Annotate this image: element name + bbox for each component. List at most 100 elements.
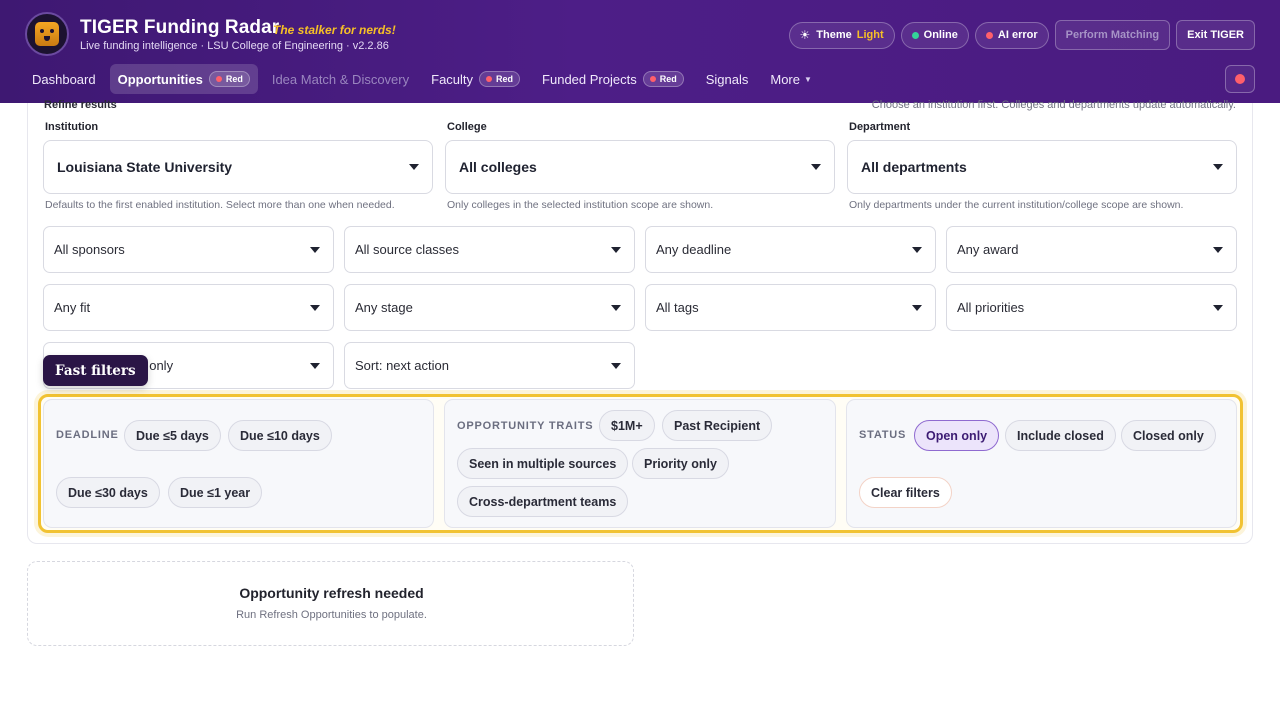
chip-closed-only[interactable]: Closed only [1121,420,1216,451]
deadline-select[interactable]: Any deadline [645,226,936,273]
chip-include-closed[interactable]: Include closed [1005,420,1116,451]
nav-more[interactable]: More ▼ [762,64,820,94]
caret-down-icon [409,164,419,170]
record-button[interactable] [1225,65,1255,93]
perform-matching-button[interactable]: Perform Matching [1054,20,1171,50]
chip-priority-only[interactable]: Priority only [632,448,729,479]
nav-label: Idea Match & Discovery [271,71,410,87]
nav-label: More [770,71,800,87]
empty-state-card: Opportunity refresh needed Run Refresh O… [27,561,634,646]
refine-label: Refine results [44,99,117,111]
sort-select[interactable]: Sort: next action [344,342,635,389]
status-group-title: STATUS [859,429,907,441]
nav-faculty[interactable]: Faculty Red [423,64,528,94]
app-title: TIGER Funding Radar [80,17,280,38]
app-header: TIGER Funding Radar The stalker for nerd… [0,0,1280,103]
chip-due-10-days[interactable]: Due ≤10 days [228,420,332,451]
top-actions: ☀ Theme Light Online AI error Perform Ma… [788,20,1255,50]
nav-label: Dashboard [32,71,96,87]
institution-label: Institution [45,121,99,133]
select-value: Any deadline [656,242,732,257]
online-dot-icon [911,31,919,39]
chip-due-30-days[interactable]: Due ≤30 days [56,477,160,508]
fit-select[interactable]: Any fit [43,284,334,331]
fast-filters-tooltip: Fast filters [43,355,148,386]
badge-label: Red [496,74,514,84]
nav-label: Opportunities [117,71,203,87]
theme-value: Light [856,29,884,41]
error-dot-icon [985,31,993,39]
clear-filters-button[interactable]: Clear filters [859,477,952,508]
caret-down-icon [1213,304,1223,311]
caret-down-icon [310,362,320,369]
institution-select[interactable]: Louisiana State University [43,140,433,194]
chip-1m-plus[interactable]: $1M+ [599,410,655,441]
caret-down-icon [310,246,320,253]
nav-label: Funded Projects [542,71,637,87]
chip-open-only[interactable]: Open only [914,420,1000,451]
app-tagline: The stalker for nerds! [273,23,396,37]
priorities-select[interactable]: All priorities [946,284,1237,331]
sponsor-select[interactable]: All sponsors [43,226,334,273]
empty-state-subtitle: Run Refresh Opportunities to populate. [236,609,427,621]
college-help: Only colleges in the selected institutio… [447,199,714,211]
nav-idea-match[interactable]: Idea Match & Discovery [264,64,417,94]
online-label: Online [923,29,958,41]
award-select[interactable]: Any award [946,226,1237,273]
ai-error-badge[interactable]: AI error [974,21,1049,49]
status-chip-group [846,399,1237,528]
sun-icon: ☀ [799,28,811,42]
tiger-logo-icon [25,12,69,56]
college-label: College [447,121,487,133]
caret-down-icon [611,304,621,311]
select-value: All priorities [957,300,1025,315]
nav-opportunities[interactable]: Opportunities Red [109,64,258,94]
record-dot-icon [1235,74,1245,84]
badge-label: Red [225,74,243,84]
select-value: Any stage [355,300,413,315]
select-value: All tags [656,300,699,315]
select-value: Sort: next action [355,358,449,373]
chip-multiple-sources[interactable]: Seen in multiple sources [457,448,629,479]
status-badge: Red [208,71,250,87]
department-label: Department [849,121,911,133]
chip-due-5-days[interactable]: Due ≤5 days [124,420,221,451]
nav-funded-projects[interactable]: Funded Projects Red [534,64,692,94]
nav-label: Faculty [431,71,474,87]
select-value: All sponsors [54,242,125,257]
department-select[interactable]: All departments [847,140,1237,194]
tags-select[interactable]: All tags [645,284,936,331]
empty-state-title: Opportunity refresh needed [239,585,424,601]
college-value: All colleges [459,159,537,175]
select-value: Any award [957,242,1019,257]
deadline-group-title: DEADLINE [56,429,119,441]
institution-help: Defaults to the first enabled institutio… [45,199,395,211]
chip-cross-department[interactable]: Cross-department teams [457,486,629,517]
chip-due-1-year[interactable]: Due ≤1 year [168,477,263,508]
exit-button[interactable]: Exit TIGER [1176,20,1255,50]
theme-toggle[interactable]: ☀ Theme Light [788,21,895,49]
status-badge: Red [642,71,684,87]
app-subtitle: Live funding intelligence · LSU College … [80,40,389,52]
refine-hint: Choose an institution first. Colleges an… [871,99,1236,111]
caret-down-icon [611,246,621,253]
traits-group-title: OPPORTUNITY TRAITS [457,420,594,432]
main-nav: Dashboard Opportunities Red Idea Match &… [24,64,826,94]
nav-signals[interactable]: Signals [698,64,757,94]
nav-dashboard[interactable]: Dashboard [24,64,104,94]
theme-label: Theme [816,29,852,41]
nav-label: Signals [705,71,749,87]
department-help: Only departments under the current insti… [849,199,1184,211]
stage-select[interactable]: Any stage [344,284,635,331]
select-value: All source classes [355,242,460,257]
chip-past-recipient[interactable]: Past Recipient [662,410,773,441]
status-badge: Red [479,71,521,87]
college-select[interactable]: All colleges [445,140,835,194]
ai-error-label: AI error [997,29,1038,41]
department-value: All departments [861,159,967,175]
caret-down-icon [1213,164,1223,170]
select-value: Any fit [54,300,91,315]
institution-value: Louisiana State University [57,159,233,175]
caret-down-icon [811,164,821,170]
source-class-select[interactable]: All source classes [344,226,635,273]
